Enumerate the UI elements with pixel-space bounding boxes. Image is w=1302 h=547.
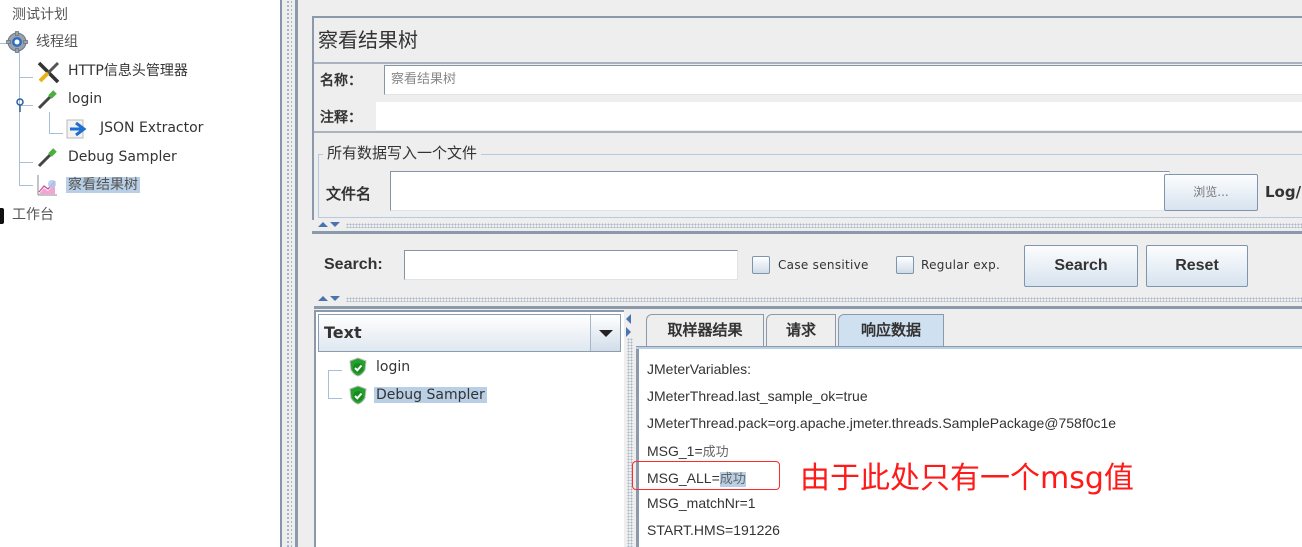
tree-line [49, 133, 63, 134]
tree-item-label: Debug Sampler [68, 149, 177, 165]
tree-line [19, 50, 20, 185]
success-shield-icon [349, 385, 367, 405]
pipette-icon [37, 90, 57, 110]
chevron-down-icon[interactable] [590, 315, 620, 351]
tab-request[interactable]: 请求 [766, 314, 836, 347]
search-button[interactable]: Search [1024, 245, 1138, 287]
success-shield-icon [349, 357, 367, 377]
reset-button[interactable]: Reset [1146, 245, 1248, 287]
tree-item-label: login [68, 91, 103, 107]
tree-item-label: 线程组 [36, 34, 78, 50]
tree-item-http-header-manager[interactable]: HTTP信息头管理器 [36, 59, 190, 84]
results-splitter[interactable] [624, 310, 636, 547]
expand-handle-icon[interactable] [15, 98, 25, 112]
panel-title: 察看结果树 [318, 28, 418, 52]
tree-item-thread-group[interactable]: 线程组 [6, 30, 80, 54]
divider [314, 131, 1302, 133]
tree-item-login[interactable]: login [36, 87, 104, 111]
tree-line [328, 398, 342, 399]
tree-item-label: HTTP信息头管理器 [68, 63, 188, 79]
response-line: MSG_1=成功 [647, 443, 729, 460]
response-line: JMeterVariables: [647, 361, 752, 377]
filename-input[interactable] [390, 171, 1170, 211]
tree-item-workbench[interactable]: 工作台 [0, 203, 56, 227]
tab-sampler-result[interactable]: 取样器结果 [646, 314, 764, 347]
sample-item-label: Debug Sampler [374, 387, 487, 403]
log-label: Log/ [1265, 183, 1302, 201]
response-line: JMeterThread.last_sample_ok=true [647, 388, 868, 404]
comment-label: 注释： [320, 110, 362, 126]
tree-item-label: 测试计划 [12, 7, 68, 23]
search-input[interactable] [404, 250, 738, 280]
collapse-left-icon[interactable] [626, 314, 631, 324]
regex-checkbox[interactable] [896, 256, 914, 274]
tree-item-test-plan[interactable]: 测试计划 [10, 3, 70, 27]
workbench-icon [0, 208, 4, 224]
collapse-right-icon[interactable] [626, 327, 631, 337]
response-line: JMeterThread.pack=org.apache.jmeter.thre… [647, 415, 1117, 431]
tree-item-json-extractor[interactable]: JSON Extractor [66, 116, 205, 140]
divider [312, 231, 1302, 234]
result-tabs: 取样器结果 请求 响应数据 [636, 310, 1302, 348]
sample-item-login[interactable]: login [348, 355, 412, 379]
tree-line [328, 370, 329, 398]
annotation-text: 由于此处只有一个msg值 [800, 461, 1134, 496]
filename-label: 文件名 [326, 185, 372, 203]
name-input[interactable]: 察看结果树 [384, 65, 1302, 95]
response-line: MSG_matchNr=1 [647, 495, 756, 511]
divider [314, 62, 1302, 64]
results-tree-pane: Text login Debug Sampler [314, 310, 624, 547]
name-label: 名称： [320, 73, 362, 89]
tree-item-label: 察看结果树 [66, 177, 140, 193]
tree-line [19, 185, 33, 186]
regex-label: Regular exp. [921, 258, 1001, 272]
renderer-select-value: Text [324, 323, 362, 342]
tree-item-label: JSON Extractor [100, 120, 204, 136]
sample-item-label: login [376, 359, 411, 375]
gear-icon [6, 31, 28, 53]
tree-line [19, 77, 33, 78]
search-label: Search: [324, 256, 383, 273]
response-line: START.HMS=191226 [647, 522, 780, 538]
sample-results-tree[interactable]: login Debug Sampler [318, 353, 621, 547]
tree-item-label: 工作台 [12, 207, 54, 223]
tree-line [49, 112, 50, 134]
config-splitter[interactable] [312, 221, 1302, 231]
divider [314, 306, 1302, 309]
renderer-select[interactable]: Text [318, 314, 621, 352]
tree-item-debug-sampler[interactable]: Debug Sampler [36, 145, 179, 169]
collapse-up-icon[interactable] [318, 296, 328, 301]
response-data-text[interactable]: JMeterVariables: JMeterThread.last_sampl… [636, 349, 1302, 547]
collapse-up-icon[interactable] [318, 222, 328, 227]
annotation-highlight-box [632, 461, 780, 490]
chart-icon [37, 175, 57, 196]
comment-input[interactable] [376, 102, 1302, 130]
wrench-icon [37, 61, 60, 84]
tree-splitter[interactable] [280, 0, 298, 547]
extractor-arrow-icon [66, 119, 87, 139]
sample-item-debug-sampler[interactable]: Debug Sampler [348, 383, 487, 407]
tree-item-view-results-tree[interactable]: 察看结果树 [36, 173, 140, 197]
search-splitter[interactable] [312, 295, 1302, 305]
browse-button[interactable]: 浏览... [1164, 174, 1258, 211]
tree-line [328, 370, 342, 371]
case-sensitive-label: Case sensitive [778, 258, 869, 272]
pipette-icon [37, 148, 57, 168]
case-sensitive-checkbox[interactable] [752, 256, 770, 274]
file-group-legend: 所有数据写入一个文件 [323, 142, 482, 163]
tab-response-data[interactable]: 响应数据 [838, 314, 944, 347]
collapse-down-icon[interactable] [330, 222, 340, 227]
collapse-down-icon[interactable] [330, 296, 340, 301]
tree-line [19, 162, 33, 163]
test-plan-tree[interactable]: 测试计划 线程组 HTTP信息头管理器 login JSON Extractor… [0, 0, 280, 547]
